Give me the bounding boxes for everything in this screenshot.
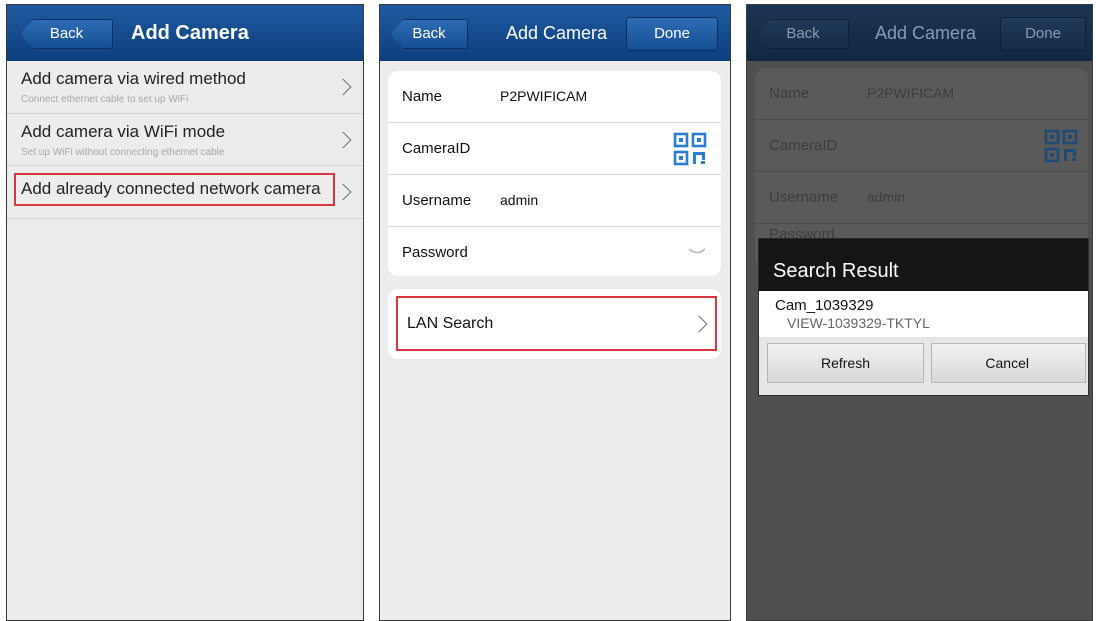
nav-bar: Back Add Camera — [7, 5, 363, 61]
back-button[interactable]: Back — [757, 19, 849, 49]
menu-item-title: Add camera via WiFi mode — [21, 122, 226, 141]
menu-item-wifi[interactable]: Add camera via WiFi mode Set up WiFi wit… — [7, 114, 363, 166]
highlight-box — [14, 173, 335, 206]
camera-form-card: Name P2PWIFICAM CameraID Username admin — [755, 68, 1088, 268]
name-label: Name — [769, 85, 810, 102]
result-name: Cam_1039329 — [775, 297, 874, 314]
screen-search-result: Back Add Camera Done Name P2PWIFICAM Cam… — [746, 4, 1093, 621]
page-title: Add Camera — [875, 23, 977, 43]
refresh-button[interactable]: Refresh — [767, 343, 924, 383]
screen-add-camera-form: Back Add Camera Done Name P2PWIFICAM Cam… — [379, 4, 731, 621]
back-button[interactable]: Back — [390, 19, 468, 49]
chevron-right-icon — [334, 78, 352, 96]
username-label: Username — [402, 192, 472, 209]
screen-add-camera-methods: Back Add Camera Add camera via wired met… — [6, 4, 364, 621]
password-field[interactable] — [500, 227, 680, 276]
qr-code-icon[interactable] — [673, 132, 707, 166]
cameraid-field[interactable] — [500, 123, 660, 174]
username-label: Username — [769, 189, 839, 206]
cameraid-row: CameraID — [388, 123, 721, 175]
chevron-right-icon — [334, 131, 352, 149]
back-button[interactable]: Back — [20, 19, 113, 49]
camera-form-card: Name P2PWIFICAM CameraID Username admin … — [388, 71, 721, 276]
menu-item-title: Add camera via wired method — [21, 69, 246, 88]
eye-closed-icon[interactable] — [687, 247, 707, 257]
done-button[interactable]: Done — [1000, 17, 1086, 51]
name-row: Name P2PWIFICAM — [755, 68, 1088, 120]
result-id: VIEW-1039329-TKTYL — [787, 315, 930, 331]
highlight-box — [396, 296, 717, 351]
dialog-title: Search Result — [759, 239, 1088, 291]
page-title: Add Camera — [131, 22, 249, 44]
name-label: Name — [402, 88, 443, 105]
cameraid-row: CameraID — [755, 120, 1088, 172]
cameraid-label: CameraID — [769, 137, 838, 154]
cancel-button[interactable]: Cancel — [931, 343, 1086, 383]
menu-item-subtitle: Connect ethernet cable to set up WiFi — [21, 94, 189, 105]
qr-code-icon[interactable] — [1044, 129, 1078, 163]
search-result-item[interactable]: Cam_1039329 VIEW-1039329-TKTYL — [759, 291, 1088, 337]
password-row: Password — [388, 227, 721, 278]
menu-item-subtitle: Set up WiFi without connecting ethernet … — [21, 147, 225, 158]
username-field[interactable]: admin — [867, 172, 905, 223]
cameraid-label: CameraID — [402, 140, 471, 157]
name-field[interactable]: P2PWIFICAM — [867, 68, 954, 119]
nav-bar: Back Add Camera Done — [747, 5, 1092, 61]
chevron-right-icon — [334, 183, 352, 201]
done-button[interactable]: Done — [626, 17, 718, 51]
username-field[interactable]: admin — [500, 175, 538, 226]
nav-bar: Back Add Camera Done — [380, 5, 730, 61]
name-field[interactable]: P2PWIFICAM — [500, 71, 587, 122]
page-title: Add Camera — [506, 23, 608, 43]
search-result-dialog: Search Result Cam_1039329 VIEW-1039329-T… — [759, 239, 1088, 395]
username-row: Username admin — [755, 172, 1088, 224]
menu-item-wired[interactable]: Add camera via wired method Connect ethe… — [7, 61, 363, 114]
password-label: Password — [402, 244, 468, 261]
name-row: Name P2PWIFICAM — [388, 71, 721, 123]
username-row: Username admin — [388, 175, 721, 227]
